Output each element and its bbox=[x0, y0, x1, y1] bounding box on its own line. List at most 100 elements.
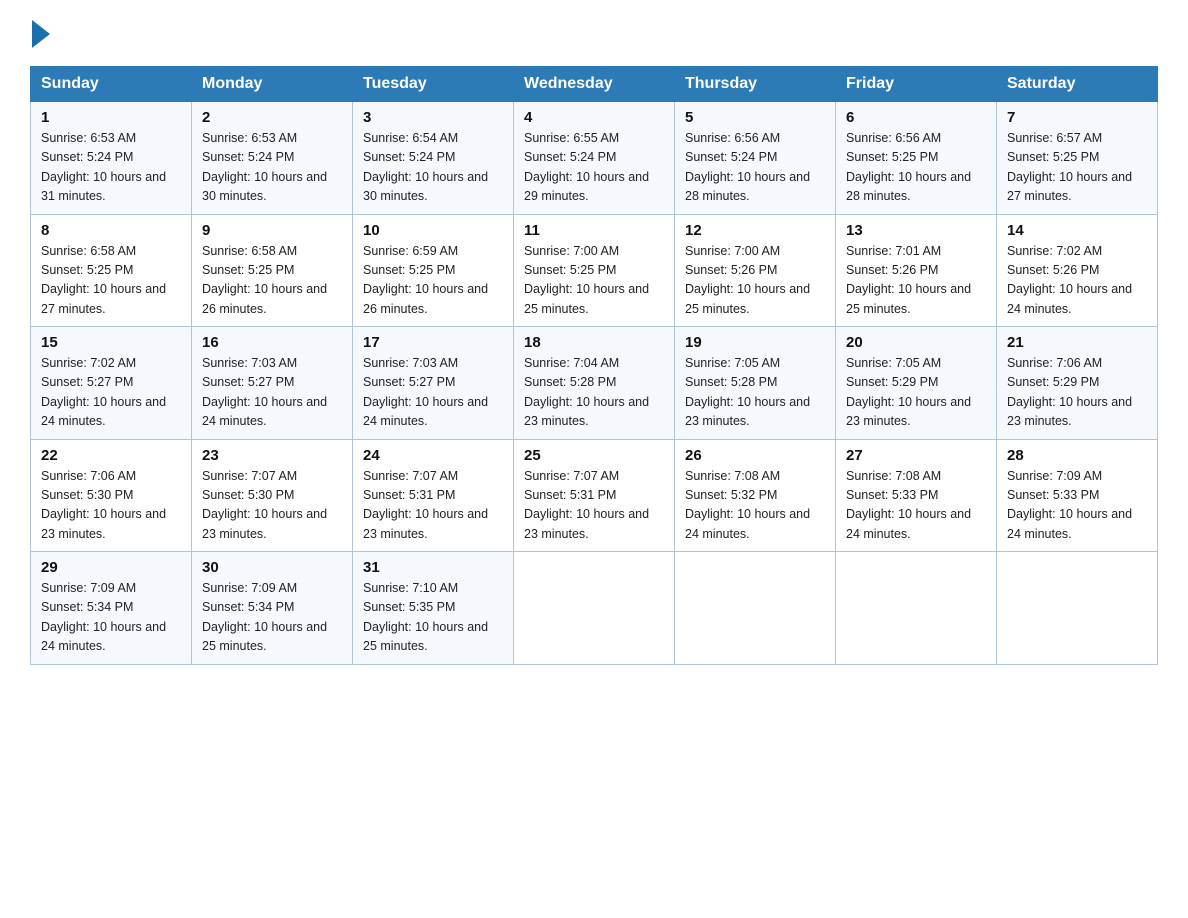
day-detail: Sunrise: 7:08 AMSunset: 5:33 PMDaylight:… bbox=[846, 467, 986, 545]
calendar-week-row: 8Sunrise: 6:58 AMSunset: 5:25 PMDaylight… bbox=[31, 214, 1158, 327]
day-detail: Sunrise: 6:55 AMSunset: 5:24 PMDaylight:… bbox=[524, 129, 664, 207]
calendar-cell: 22Sunrise: 7:06 AMSunset: 5:30 PMDayligh… bbox=[31, 439, 192, 552]
day-number: 2 bbox=[202, 109, 342, 126]
day-detail: Sunrise: 6:58 AMSunset: 5:25 PMDaylight:… bbox=[41, 242, 181, 320]
calendar-week-row: 29 Sunrise: 7:09 AMSunset: 5:34 PMDayligh… bbox=[31, 552, 1158, 665]
day-number: 11 bbox=[524, 222, 664, 239]
calendar-cell bbox=[514, 552, 675, 665]
calendar-cell: 31 Sunrise: 7:10 AMSunset: 5:35 PMDayligh… bbox=[353, 552, 514, 665]
day-detail: Sunrise: 7:02 AMSunset: 5:26 PMDaylight:… bbox=[1007, 242, 1147, 320]
calendar-cell: 20 Sunrise: 7:05 AMSunset: 5:29 PMDayligh… bbox=[836, 327, 997, 440]
day-detail: Sunrise: 7:03 AMSunset: 5:27 PMDaylight:… bbox=[363, 354, 503, 432]
day-detail: Sunrise: 7:09 AMSunset: 5:34 PMDaylight:… bbox=[202, 579, 342, 657]
day-number: 30 bbox=[202, 559, 342, 576]
calendar-cell: 2 Sunrise: 6:53 AMSunset: 5:24 PMDaylight… bbox=[192, 102, 353, 215]
day-detail: Sunrise: 6:56 AMSunset: 5:24 PMDaylight:… bbox=[685, 129, 825, 207]
day-number: 26 bbox=[685, 447, 825, 464]
day-number: 27 bbox=[846, 447, 986, 464]
weekday-header-thursday: Thursday bbox=[675, 67, 836, 102]
day-detail: Sunrise: 7:04 AMSunset: 5:28 PMDaylight:… bbox=[524, 354, 664, 432]
weekday-header-row: SundayMondayTuesdayWednesdayThursdayFrid… bbox=[31, 67, 1158, 102]
day-detail: Sunrise: 7:07 AMSunset: 5:31 PMDaylight:… bbox=[524, 467, 664, 545]
calendar-cell: 15Sunrise: 7:02 AMSunset: 5:27 PMDayligh… bbox=[31, 327, 192, 440]
day-detail: Sunrise: 7:07 AMSunset: 5:31 PMDaylight:… bbox=[363, 467, 503, 545]
calendar-cell: 18 Sunrise: 7:04 AMSunset: 5:28 PMDayligh… bbox=[514, 327, 675, 440]
day-detail: Sunrise: 6:59 AMSunset: 5:25 PMDaylight:… bbox=[363, 242, 503, 320]
calendar-cell: 28 Sunrise: 7:09 AMSunset: 5:33 PMDayligh… bbox=[997, 439, 1158, 552]
day-number: 4 bbox=[524, 109, 664, 126]
day-number: 3 bbox=[363, 109, 503, 126]
weekday-header-tuesday: Tuesday bbox=[353, 67, 514, 102]
day-number: 6 bbox=[846, 109, 986, 126]
calendar-cell: 17 Sunrise: 7:03 AMSunset: 5:27 PMDayligh… bbox=[353, 327, 514, 440]
calendar-cell: 6 Sunrise: 6:56 AMSunset: 5:25 PMDaylight… bbox=[836, 102, 997, 215]
day-detail: Sunrise: 7:01 AMSunset: 5:26 PMDaylight:… bbox=[846, 242, 986, 320]
day-detail: Sunrise: 7:00 AMSunset: 5:26 PMDaylight:… bbox=[685, 242, 825, 320]
calendar-cell: 16 Sunrise: 7:03 AMSunset: 5:27 PMDayligh… bbox=[192, 327, 353, 440]
calendar-week-row: 22Sunrise: 7:06 AMSunset: 5:30 PMDayligh… bbox=[31, 439, 1158, 552]
day-number: 19 bbox=[685, 334, 825, 351]
calendar-cell bbox=[997, 552, 1158, 665]
weekday-header-wednesday: Wednesday bbox=[514, 67, 675, 102]
day-number: 16 bbox=[202, 334, 342, 351]
day-detail: Sunrise: 7:09 AMSunset: 5:33 PMDaylight:… bbox=[1007, 467, 1147, 545]
day-detail: Sunrise: 6:53 AMSunset: 5:24 PMDaylight:… bbox=[41, 129, 181, 207]
day-number: 17 bbox=[363, 334, 503, 351]
day-detail: Sunrise: 6:56 AMSunset: 5:25 PMDaylight:… bbox=[846, 129, 986, 207]
day-detail: Sunrise: 7:00 AMSunset: 5:25 PMDaylight:… bbox=[524, 242, 664, 320]
calendar-week-row: 1 Sunrise: 6:53 AMSunset: 5:24 PMDaylight… bbox=[31, 102, 1158, 215]
day-detail: Sunrise: 7:10 AMSunset: 5:35 PMDaylight:… bbox=[363, 579, 503, 657]
weekday-header-sunday: Sunday bbox=[31, 67, 192, 102]
calendar-cell: 10 Sunrise: 6:59 AMSunset: 5:25 PMDayligh… bbox=[353, 214, 514, 327]
day-detail: Sunrise: 6:57 AMSunset: 5:25 PMDaylight:… bbox=[1007, 129, 1147, 207]
calendar-cell: 13 Sunrise: 7:01 AMSunset: 5:26 PMDayligh… bbox=[836, 214, 997, 327]
calendar-cell bbox=[836, 552, 997, 665]
calendar-cell: 9Sunrise: 6:58 AMSunset: 5:25 PMDaylight… bbox=[192, 214, 353, 327]
calendar-cell: 4 Sunrise: 6:55 AMSunset: 5:24 PMDaylight… bbox=[514, 102, 675, 215]
calendar-cell: 24 Sunrise: 7:07 AMSunset: 5:31 PMDayligh… bbox=[353, 439, 514, 552]
day-detail: Sunrise: 7:07 AMSunset: 5:30 PMDaylight:… bbox=[202, 467, 342, 545]
day-number: 20 bbox=[846, 334, 986, 351]
calendar-cell: 30 Sunrise: 7:09 AMSunset: 5:34 PMDayligh… bbox=[192, 552, 353, 665]
day-number: 31 bbox=[363, 559, 503, 576]
calendar-week-row: 15Sunrise: 7:02 AMSunset: 5:27 PMDayligh… bbox=[31, 327, 1158, 440]
day-number: 21 bbox=[1007, 334, 1147, 351]
day-number: 5 bbox=[685, 109, 825, 126]
day-number: 12 bbox=[685, 222, 825, 239]
logo bbox=[30, 20, 52, 48]
weekday-header-friday: Friday bbox=[836, 67, 997, 102]
calendar-cell: 19 Sunrise: 7:05 AMSunset: 5:28 PMDayligh… bbox=[675, 327, 836, 440]
calendar-cell: 27 Sunrise: 7:08 AMSunset: 5:33 PMDayligh… bbox=[836, 439, 997, 552]
calendar-cell: 21 Sunrise: 7:06 AMSunset: 5:29 PMDayligh… bbox=[997, 327, 1158, 440]
calendar-cell: 3 Sunrise: 6:54 AMSunset: 5:24 PMDaylight… bbox=[353, 102, 514, 215]
day-detail: Sunrise: 7:05 AMSunset: 5:29 PMDaylight:… bbox=[846, 354, 986, 432]
calendar-cell: 11 Sunrise: 7:00 AMSunset: 5:25 PMDayligh… bbox=[514, 214, 675, 327]
calendar-cell: 26 Sunrise: 7:08 AMSunset: 5:32 PMDayligh… bbox=[675, 439, 836, 552]
day-number: 10 bbox=[363, 222, 503, 239]
calendar-cell: 7Sunrise: 6:57 AMSunset: 5:25 PMDaylight… bbox=[997, 102, 1158, 215]
day-detail: Sunrise: 7:08 AMSunset: 5:32 PMDaylight:… bbox=[685, 467, 825, 545]
day-number: 1 bbox=[41, 109, 181, 126]
calendar-cell: 1 Sunrise: 6:53 AMSunset: 5:24 PMDaylight… bbox=[31, 102, 192, 215]
page-header bbox=[30, 20, 1158, 48]
day-number: 28 bbox=[1007, 447, 1147, 464]
day-number: 14 bbox=[1007, 222, 1147, 239]
day-detail: Sunrise: 7:06 AMSunset: 5:30 PMDaylight:… bbox=[41, 467, 181, 545]
day-detail: Sunrise: 6:54 AMSunset: 5:24 PMDaylight:… bbox=[363, 129, 503, 207]
day-number: 23 bbox=[202, 447, 342, 464]
day-number: 13 bbox=[846, 222, 986, 239]
day-number: 15 bbox=[41, 334, 181, 351]
calendar-cell: 23 Sunrise: 7:07 AMSunset: 5:30 PMDayligh… bbox=[192, 439, 353, 552]
calendar-cell: 14 Sunrise: 7:02 AMSunset: 5:26 PMDayligh… bbox=[997, 214, 1158, 327]
day-number: 24 bbox=[363, 447, 503, 464]
calendar-cell: 12 Sunrise: 7:00 AMSunset: 5:26 PMDayligh… bbox=[675, 214, 836, 327]
day-detail: Sunrise: 7:06 AMSunset: 5:29 PMDaylight:… bbox=[1007, 354, 1147, 432]
day-detail: Sunrise: 6:53 AMSunset: 5:24 PMDaylight:… bbox=[202, 129, 342, 207]
weekday-header-saturday: Saturday bbox=[997, 67, 1158, 102]
day-detail: Sunrise: 7:09 AMSunset: 5:34 PMDaylight:… bbox=[41, 579, 181, 657]
calendar-cell: 29 Sunrise: 7:09 AMSunset: 5:34 PMDayligh… bbox=[31, 552, 192, 665]
day-number: 29 bbox=[41, 559, 181, 576]
day-number: 18 bbox=[524, 334, 664, 351]
day-detail: Sunrise: 7:05 AMSunset: 5:28 PMDaylight:… bbox=[685, 354, 825, 432]
day-detail: Sunrise: 7:03 AMSunset: 5:27 PMDaylight:… bbox=[202, 354, 342, 432]
